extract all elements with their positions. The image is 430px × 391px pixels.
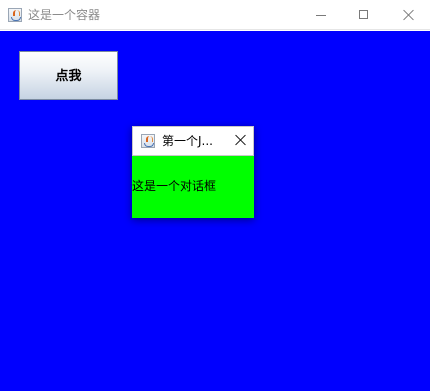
dialog-window: 第一个J... 这是一个对话框 (132, 126, 254, 218)
click-me-button[interactable]: 点我 (19, 51, 118, 100)
main-window-title: 这是一个容器 (28, 8, 101, 22)
maximize-button[interactable] (341, 0, 387, 30)
close-icon (403, 9, 415, 21)
minimize-button[interactable] (298, 0, 344, 30)
dialog-message: 这是一个对话框 (132, 179, 217, 193)
dialog-close-button[interactable] (229, 129, 253, 153)
java-app-icon (141, 134, 155, 148)
minimize-icon (316, 15, 326, 16)
close-icon (235, 134, 247, 146)
main-window-titlebar[interactable]: 这是一个容器 (0, 0, 430, 30)
maximize-icon (359, 10, 368, 19)
dialog-body: 这是一个对话框 (132, 156, 254, 218)
java-app-icon (8, 8, 22, 22)
dialog-titlebar[interactable]: 第一个J... (132, 126, 254, 156)
dialog-title: 第一个J... (162, 134, 213, 148)
close-button[interactable] (386, 0, 430, 30)
